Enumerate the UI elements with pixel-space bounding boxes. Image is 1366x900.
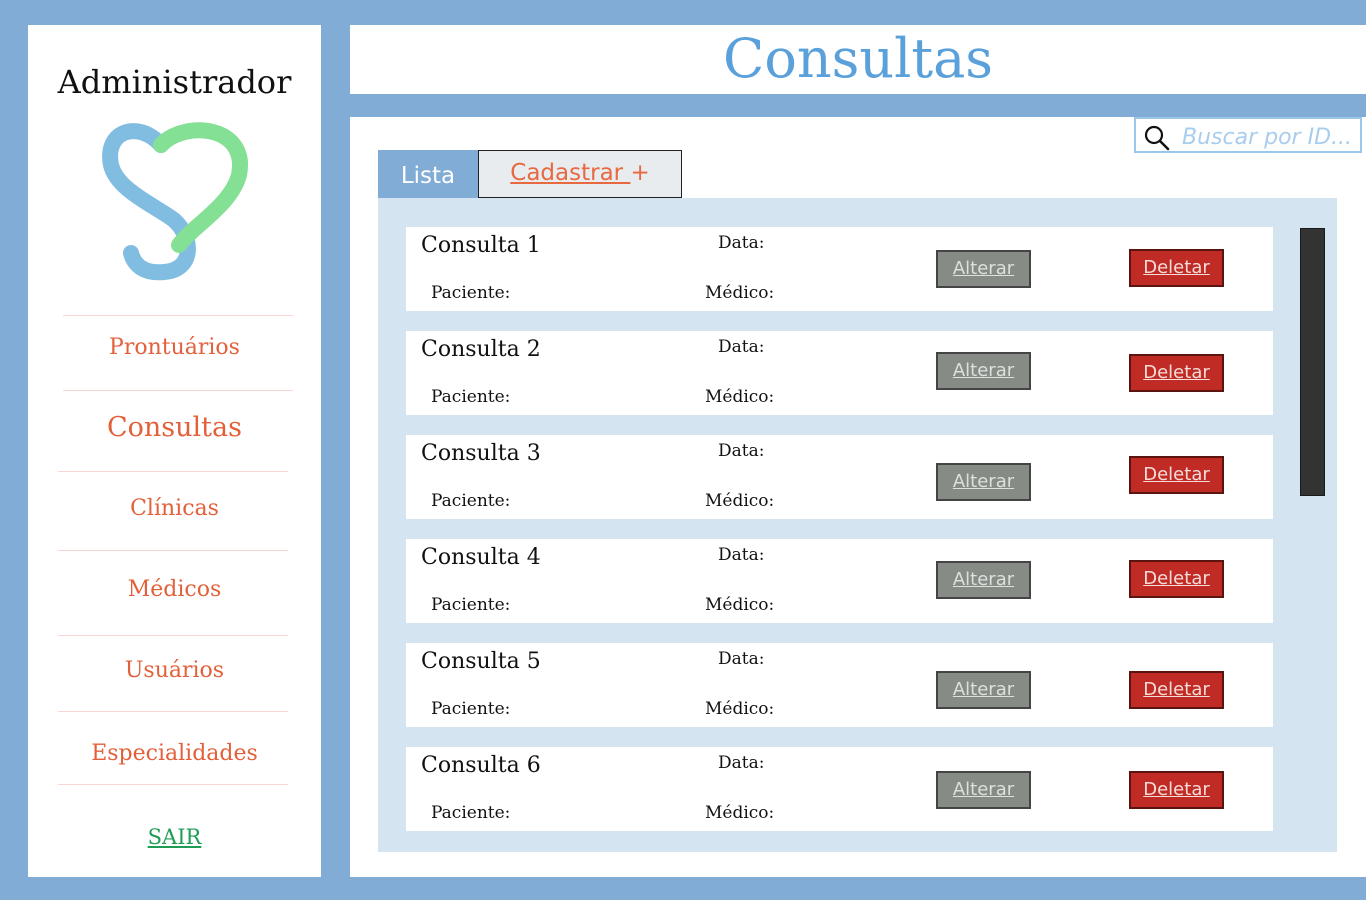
alterar-button[interactable]: Alterar: [936, 463, 1031, 501]
medico-label: Médico:: [705, 803, 775, 823]
medico-label: Médico:: [705, 491, 775, 511]
deletar-button[interactable]: Deletar: [1129, 560, 1224, 598]
nav-divider: [58, 471, 288, 472]
paciente-label: Paciente:: [431, 699, 511, 719]
medico-label: Médico:: [705, 283, 775, 303]
sidebar-item-medicos[interactable]: Médicos: [28, 577, 321, 602]
data-label: Data:: [718, 441, 765, 461]
consulta-card: Consulta 6 Data: Paciente: Médico: Alter…: [406, 747, 1273, 831]
alterar-button[interactable]: Alterar: [936, 250, 1031, 288]
consulta-card: Consulta 4 Data: Paciente: Médico: Alter…: [406, 539, 1273, 623]
sidebar-item-especialidades[interactable]: Especialidades: [28, 741, 321, 766]
alterar-button[interactable]: Alterar: [936, 671, 1031, 709]
plus-icon: +: [630, 160, 650, 186]
consulta-card: Consulta 2 Data: Paciente: Médico: Alter…: [406, 331, 1273, 415]
sidebar-title: Administrador: [57, 63, 292, 101]
deletar-button[interactable]: Deletar: [1129, 249, 1224, 287]
consulta-card: Consulta 3 Data: Paciente: Médico: Alter…: [406, 435, 1273, 519]
medico-label: Médico:: [705, 387, 775, 407]
nav-divider: [58, 784, 288, 785]
search-input[interactable]: [1180, 122, 1360, 152]
logout-link[interactable]: SAIR: [28, 825, 321, 849]
deletar-button[interactable]: Deletar: [1129, 671, 1224, 709]
consulta-title: Consulta 1: [421, 233, 541, 258]
consulta-title: Consulta 6: [421, 753, 541, 778]
deletar-button[interactable]: Deletar: [1129, 771, 1224, 809]
sidebar: Administrador Prontuários Consultas Clín…: [28, 25, 321, 877]
paciente-label: Paciente:: [431, 803, 511, 823]
nav-divider: [58, 711, 288, 712]
medico-label: Médico:: [705, 595, 775, 615]
data-label: Data:: [718, 649, 765, 669]
paciente-label: Paciente:: [431, 387, 511, 407]
consultas-list: Consulta 1 Data: Paciente: Médico: Alter…: [378, 198, 1337, 852]
sidebar-item-clinicas[interactable]: Clínicas: [28, 496, 321, 521]
consulta-title: Consulta 2: [421, 337, 541, 362]
deletar-button[interactable]: Deletar: [1129, 456, 1224, 494]
consulta-card: Consulta 1 Data: Paciente: Médico: Alter…: [406, 227, 1273, 311]
sidebar-item-usuarios[interactable]: Usuários: [28, 658, 321, 683]
nav-divider: [58, 635, 288, 636]
sidebar-item-prontuarios[interactable]: Prontuários: [28, 335, 321, 360]
deletar-button[interactable]: Deletar: [1129, 354, 1224, 392]
nav-divider: [63, 315, 293, 316]
main-content: Lista Cadastrar + Consulta 1 Data: Pacie…: [350, 117, 1366, 877]
search-icon[interactable]: [1144, 125, 1170, 151]
alterar-button[interactable]: Alterar: [936, 771, 1031, 809]
consulta-card: Consulta 5 Data: Paciente: Médico: Alter…: [406, 643, 1273, 727]
page-header: Consultas: [350, 25, 1366, 94]
sidebar-item-consultas[interactable]: Consultas: [28, 412, 321, 443]
medico-label: Médico:: [705, 699, 775, 719]
data-label: Data:: [718, 545, 765, 565]
data-label: Data:: [718, 337, 765, 357]
consulta-title: Consulta 3: [421, 441, 541, 466]
nav-divider: [63, 390, 293, 391]
data-label: Data:: [718, 233, 765, 253]
tab-lista[interactable]: Lista: [378, 150, 478, 198]
alterar-button[interactable]: Alterar: [936, 561, 1031, 599]
paciente-label: Paciente:: [431, 491, 511, 511]
heart-s-logo-icon: [102, 122, 248, 281]
nav-divider: [58, 550, 288, 551]
consulta-title: Consulta 5: [421, 649, 541, 674]
alterar-button[interactable]: Alterar: [936, 352, 1031, 390]
paciente-label: Paciente:: [431, 595, 511, 615]
tab-cadastrar-label: Cadastrar: [510, 160, 631, 186]
consulta-title: Consulta 4: [421, 545, 541, 570]
tab-cadastrar[interactable]: Cadastrar +: [478, 150, 682, 198]
page-title: Consultas: [723, 27, 993, 90]
paciente-label: Paciente:: [431, 283, 511, 303]
scrollbar-thumb[interactable]: [1300, 228, 1325, 496]
search-box[interactable]: [1134, 117, 1362, 153]
data-label: Data:: [718, 753, 765, 773]
